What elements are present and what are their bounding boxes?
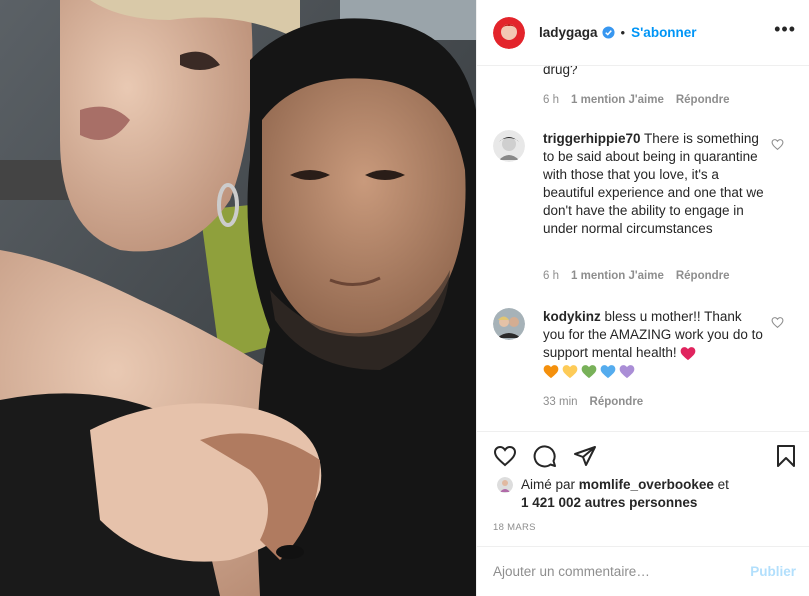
comment-likes-link[interactable]: 1 mention J'aime [571, 270, 664, 282]
reply-button[interactable]: Répondre [590, 396, 644, 408]
share-icon[interactable] [573, 444, 597, 468]
commenter-username[interactable]: triggerhippie70 [543, 131, 641, 146]
commenter-avatar[interactable] [493, 308, 525, 340]
liker-username[interactable]: momlife_overbookee [579, 477, 714, 492]
comment-text: kodykinz bless u mother!! Thank you for … [543, 308, 767, 380]
commenter-username[interactable]: kodykinz [543, 309, 601, 324]
commenter-avatar[interactable] [493, 130, 525, 162]
author-avatar[interactable] [493, 16, 525, 49]
comment-body: There is something to be said about bein… [543, 131, 764, 236]
more-options-button[interactable]: ••• [774, 20, 796, 38]
liked-by-prefix: Aimé par [521, 477, 576, 492]
follow-button[interactable]: S'abonner [631, 25, 696, 40]
small-heart-icon[interactable] [771, 138, 784, 151]
comment-composer: Ajouter un commentaire… Publier [477, 546, 809, 596]
comment-item: kodykinz bless u mother!! Thank you for … [493, 308, 793, 418]
comments-list[interactable]: drug? 6 h 1 mention J'aime Répondre trig… [477, 66, 809, 431]
action-icons [493, 444, 597, 468]
comment-meta: 6 h 1 mention J'aime Répondre [543, 270, 742, 282]
reply-button[interactable]: Répondre [676, 270, 730, 282]
likes-count-link[interactable]: 1 421 002 autres personnes [521, 495, 697, 510]
emoji-heart-red [680, 346, 696, 361]
post-side-panel: ladygaga • S'abonner ••• drug? 6 h 1 men… [476, 0, 809, 596]
comment-meta: 6 h 1 mention J'aime Répondre [543, 94, 742, 106]
instagram-post-modal: ladygaga • S'abonner ••• drug? 6 h 1 men… [0, 0, 809, 596]
emoji-hearts-rainbow [543, 364, 635, 379]
liked-by-conj: et [717, 477, 729, 492]
comment-time: 33 min [543, 396, 578, 408]
small-heart-icon[interactable] [771, 316, 784, 329]
comment-icon[interactable] [533, 444, 557, 468]
post-header: ladygaga • S'abonner ••• [477, 0, 809, 66]
comment-meta: 33 min Répondre [543, 396, 655, 408]
verified-badge-icon [601, 26, 615, 39]
selfie-image [0, 0, 476, 596]
liker-avatar[interactable] [497, 477, 513, 493]
comment-time: 6 h [543, 94, 559, 106]
comment-time: 6 h [543, 270, 559, 282]
bookmark-icon[interactable] [774, 444, 798, 468]
comment-fragment-text: drug? [543, 66, 578, 77]
reply-button[interactable]: Répondre [676, 94, 730, 106]
comment-input[interactable]: Ajouter un commentaire… [493, 564, 650, 579]
comment-item: triggerhippie70 There is something to be… [493, 130, 793, 290]
post-photo[interactable] [0, 0, 476, 596]
heart-icon[interactable] [493, 444, 517, 468]
post-date[interactable]: 18 MARS [493, 522, 536, 533]
comment-likes-link[interactable]: 1 mention J'aime [571, 94, 664, 106]
comment-text: triggerhippie70 There is something to be… [543, 130, 767, 238]
separator-dot: • [620, 25, 626, 40]
publish-button[interactable]: Publier [750, 564, 796, 579]
post-actions: Aimé par momlife_overbookee et 1 421 002… [477, 431, 809, 546]
liked-by-line: Aimé par momlife_overbookee et [521, 477, 729, 492]
author-username[interactable]: ladygaga [539, 25, 598, 40]
